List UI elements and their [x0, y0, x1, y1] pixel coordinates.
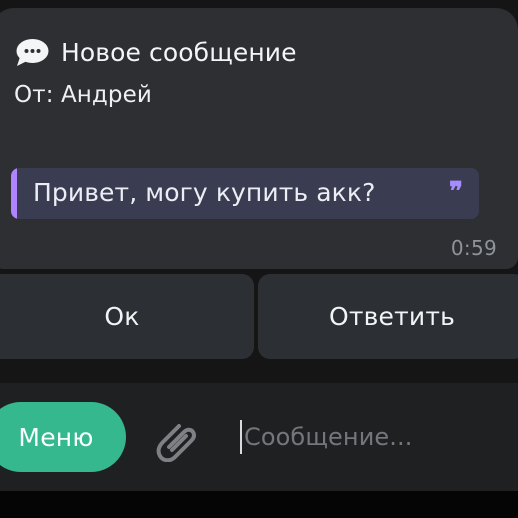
reply-button[interactable]: Ответить	[258, 274, 518, 359]
paperclip-icon[interactable]	[154, 416, 200, 462]
quote-text: Привет, могу купить акк?	[33, 178, 376, 207]
quote-icon: ❞	[449, 177, 463, 207]
ok-button[interactable]: Ок	[0, 274, 254, 359]
text-cursor	[240, 420, 242, 454]
bottom-safe-area	[0, 491, 518, 518]
message-header: Новое сообщение	[13, 36, 297, 69]
chat-bubble-icon	[16, 39, 49, 66]
quoted-message: Привет, могу купить акк? ❞	[11, 168, 479, 219]
telegram-screen: Новое сообщение От: Андрей Привет, могу …	[0, 0, 518, 518]
message-sender: От: Андрей	[14, 82, 152, 108]
message-input[interactable]: Сообщение...	[244, 423, 412, 451]
message-bubble: Новое сообщение От: Андрей Привет, могу …	[0, 8, 518, 269]
quote-accent-bar	[11, 168, 17, 219]
message-time: 0:59	[450, 236, 497, 260]
message-composer: Меню Сообщение...	[0, 383, 518, 491]
message-title: Новое сообщение	[61, 38, 297, 67]
menu-button[interactable]: Меню	[0, 402, 126, 472]
